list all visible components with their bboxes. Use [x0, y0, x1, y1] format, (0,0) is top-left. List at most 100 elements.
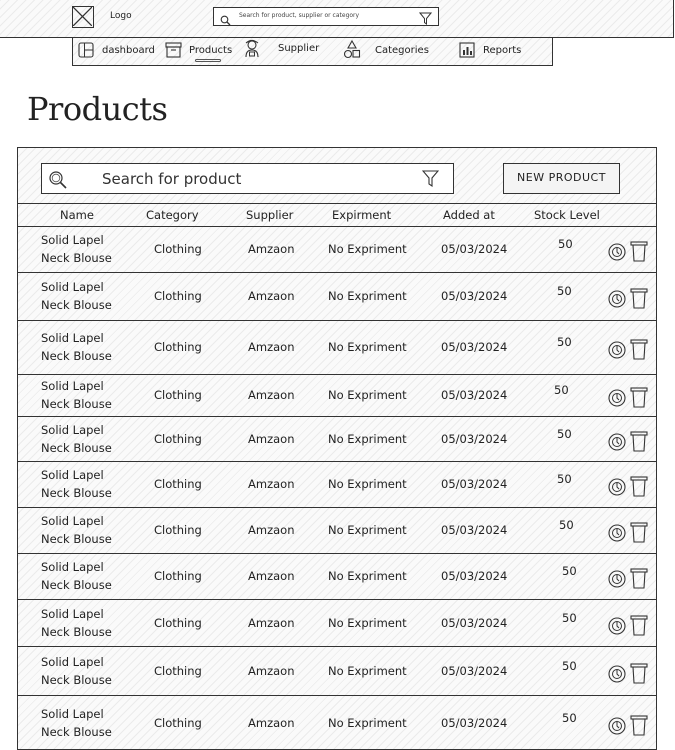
shapes-icon [343, 39, 361, 64]
product-category: Clothing [154, 388, 202, 402]
table-header: Name Category Supplier Expirment Added a… [18, 203, 656, 227]
product-stock-level: 50 [554, 383, 569, 397]
product-expiry: No Expriment [328, 242, 407, 256]
product-name-line1: Solid Lapel [41, 514, 104, 528]
trash-icon[interactable] [630, 430, 648, 456]
edit-icon[interactable] [608, 341, 626, 363]
edit-icon[interactable] [608, 290, 626, 312]
product-supplier: Amzaon [248, 664, 295, 678]
product-supplier: Amzaon [248, 523, 295, 537]
product-name-line2: Neck Blouse [41, 725, 112, 739]
nav-label-supplier: Supplier [278, 43, 320, 54]
column-header-name[interactable]: Name [60, 208, 94, 222]
trash-icon[interactable] [630, 240, 648, 266]
products-panel: Search for product NEW PRODUCT Name Cate… [17, 147, 657, 750]
product-category: Clothing [154, 616, 202, 630]
product-name: Solid Lapel Neck Blouse [41, 377, 112, 413]
product-name-line2: Neck Blouse [41, 673, 112, 687]
column-header-added-at[interactable]: Added at [443, 208, 495, 222]
global-search-input[interactable]: Search for product, supplier or category [213, 7, 439, 26]
product-name-line1: Solid Lapel [41, 655, 104, 669]
edit-icon[interactable] [608, 389, 626, 411]
trash-icon[interactable] [630, 567, 648, 593]
table-row[interactable]: Solid Lapel Neck Blouse Clothing Amzaon No E… [18, 375, 656, 417]
new-product-button[interactable]: NEW PRODUCT [503, 163, 620, 194]
trash-icon[interactable] [630, 475, 648, 501]
product-category: Clothing [154, 664, 202, 678]
top-bar: Logo Search for product, supplier or cat… [0, 0, 674, 38]
box-icon [165, 42, 182, 62]
edit-icon[interactable] [608, 665, 626, 687]
product-name-line1: Solid Lapel [41, 233, 104, 247]
product-name: Solid Lapel Neck Blouse [41, 558, 112, 594]
table-row[interactable]: Solid Lapel Neck Blouse Clothing Amzaon No E… [18, 508, 656, 554]
table-row[interactable]: Solid Lapel Neck Blouse Clothing Amzaon No E… [18, 462, 656, 508]
product-name-line1: Solid Lapel [41, 707, 104, 721]
product-name: Solid Lapel Neck Blouse [41, 329, 112, 365]
table-row[interactable]: Solid Lapel Neck Blouse Clothing Amzaon No E… [18, 600, 656, 647]
column-header-expiry[interactable]: Expirment [332, 208, 391, 222]
product-stock-level: 50 [562, 711, 577, 725]
table-row[interactable]: Solid Lapel Neck Blouse Clothing Amzaon No E… [18, 696, 656, 749]
trash-icon[interactable] [630, 614, 648, 640]
edit-icon[interactable] [608, 243, 626, 265]
product-expiry: No Expriment [328, 616, 407, 630]
bar-chart-icon [459, 42, 475, 62]
product-added-date: 05/03/2024 [441, 432, 508, 446]
product-expiry: No Expriment [328, 432, 407, 446]
product-added-date: 05/03/2024 [441, 477, 508, 491]
product-name: Solid Lapel Neck Blouse [41, 466, 112, 502]
column-header-supplier[interactable]: Supplier [246, 208, 293, 222]
product-expiry: No Expriment [328, 664, 407, 678]
trash-icon[interactable] [630, 521, 648, 547]
edit-icon[interactable] [608, 570, 626, 592]
product-name-line2: Neck Blouse [41, 532, 112, 546]
page-title: Products [27, 90, 168, 128]
product-name-line1: Solid Lapel [41, 280, 104, 294]
edit-icon[interactable] [608, 478, 626, 500]
product-supplier: Amzaon [248, 616, 295, 630]
product-expiry: No Expriment [328, 569, 407, 583]
product-name-line2: Neck Blouse [41, 625, 112, 639]
edit-icon[interactable] [608, 617, 626, 639]
table-row[interactable]: Solid Lapel Neck Blouse Clothing Amzaon No E… [18, 554, 656, 600]
product-search-placeholder: Search for product [102, 170, 242, 188]
product-stock-level: 50 [562, 564, 577, 578]
filter-icon[interactable] [421, 170, 440, 191]
trash-icon[interactable] [630, 714, 648, 740]
table-row[interactable]: Solid Lapel Neck Blouse Clothing Amzaon No E… [18, 227, 656, 273]
column-header-category[interactable]: Category [146, 208, 199, 222]
product-stock-level: 50 [562, 659, 577, 673]
edit-icon[interactable] [608, 524, 626, 546]
product-name-line2: Neck Blouse [41, 298, 112, 312]
logo-image [72, 6, 94, 28]
product-name: Solid Lapel Neck Blouse [41, 278, 112, 314]
product-name-line2: Neck Blouse [41, 486, 112, 500]
trash-icon[interactable] [630, 287, 648, 313]
product-name: Solid Lapel Neck Blouse [41, 705, 112, 741]
product-name: Solid Lapel Neck Blouse [41, 512, 112, 548]
nav-label-categories: Categories [375, 45, 429, 56]
product-name: Solid Lapel Neck Blouse [41, 605, 112, 641]
product-stock-level: 50 [559, 518, 574, 532]
product-added-date: 05/03/2024 [441, 523, 508, 537]
table-row[interactable]: Solid Lapel Neck Blouse Clothing Amzaon No E… [18, 273, 656, 321]
product-added-date: 05/03/2024 [441, 616, 508, 630]
product-category: Clothing [154, 569, 202, 583]
product-name-line1: Solid Lapel [41, 560, 104, 574]
product-name-line1: Solid Lapel [41, 331, 104, 345]
trash-icon[interactable] [630, 386, 648, 412]
product-supplier: Amzaon [248, 289, 295, 303]
trash-icon[interactable] [630, 662, 648, 688]
edit-icon[interactable] [608, 717, 626, 739]
edit-icon[interactable] [608, 433, 626, 455]
column-header-stock-level[interactable]: Stock Level [534, 208, 600, 222]
filter-icon[interactable] [418, 10, 433, 29]
product-supplier: Amzaon [248, 477, 295, 491]
trash-icon[interactable] [630, 338, 648, 364]
table-row[interactable]: Solid Lapel Neck Blouse Clothing Amzaon No E… [18, 647, 656, 696]
table-row[interactable]: Solid Lapel Neck Blouse Clothing Amzaon No E… [18, 321, 656, 375]
product-search-input[interactable]: Search for product [41, 163, 454, 194]
table-row[interactable]: Solid Lapel Neck Blouse Clothing Amzaon No E… [18, 417, 656, 462]
product-name-line2: Neck Blouse [41, 397, 112, 411]
